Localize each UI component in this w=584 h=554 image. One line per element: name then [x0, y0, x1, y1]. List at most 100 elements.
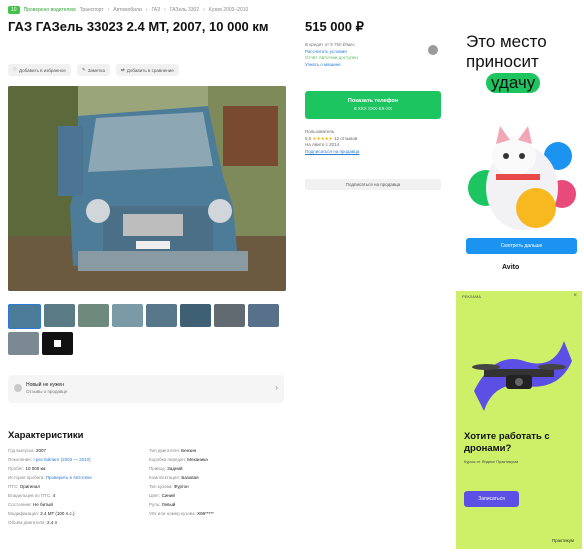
breadcrumb: 10 Проверено водителем Транспорт › Автом… [8, 6, 248, 14]
favorite-label: Добавить в избранное [19, 67, 66, 73]
ad-cta-button[interactable]: Записаться [464, 491, 519, 507]
pencil-icon: ✎ [81, 67, 86, 72]
close-icon[interactable]: × [573, 293, 577, 299]
characteristic-row: Пробег: 10 000 км [8, 464, 146, 473]
characteristic-row: Тип двигателя: Бензин [149, 446, 287, 455]
characteristic-value: 10 000 км [25, 466, 46, 471]
characteristic-key: Поколение: [8, 457, 33, 462]
characteristic-value: 2007 [36, 448, 47, 453]
characteristic-row: Объём двигателя: 2.4 л [8, 518, 146, 527]
main-photo[interactable] [8, 86, 286, 291]
drones-ad-banner[interactable]: РЕКЛАМА × Хотите работать с дронами? Кур… [456, 291, 582, 549]
verified-badge: 10 [8, 6, 20, 14]
characteristic-value: 2.4 л [47, 520, 58, 525]
ad-cta-button[interactable]: Смотреть дальше [466, 238, 577, 254]
breadcrumb-item[interactable]: ГАЗель 3302 [170, 7, 199, 13]
photo-thumbnail[interactable] [78, 304, 109, 327]
report-line[interactable]: Отчёт Автотеки доступен [305, 55, 358, 62]
characteristic-key: Модификация: [8, 511, 39, 516]
photo-thumbnail[interactable] [44, 304, 75, 327]
characteristic-key: Руль: [149, 502, 161, 507]
photo-thumbnail[interactable] [248, 304, 279, 327]
listing-actions: ♡ Добавить в избранное ✎ Заметка ⇄ Добав… [8, 64, 179, 76]
breadcrumb-item[interactable]: Проверено водителем [24, 7, 76, 13]
characteristic-row: ПТС: Оригинал [8, 482, 146, 491]
characteristic-key: Тип двигателя: [149, 448, 180, 453]
characteristic-row: Год выпуска: 2007 [8, 446, 146, 455]
characteristic-row: Привод: Задний [149, 464, 287, 473]
characteristic-row: Коробка передач: Механика [149, 455, 287, 464]
breadcrumb-item[interactable]: Транспорт [80, 7, 104, 13]
characteristic-key: Владельцев по ПТС: [8, 493, 52, 498]
characteristics-column-right: Тип двигателя: Бензин Коробка передач: Ме… [149, 446, 287, 518]
seller-info: Пользователь 5,0 ★★★★★ 12 отзывов На Ави… [305, 129, 441, 155]
compare-icon: ⇄ [121, 67, 125, 72]
star-icons: ★★★★★ [312, 135, 333, 141]
seller-notice[interactable]: Новый не нужен Отзывы о продавце › [8, 375, 284, 403]
avito-ad-banner[interactable]: Это место приносит удачу Смотреть дальше… [458, 28, 580, 278]
breadcrumb-item[interactable]: Кузов 2003–2010 [209, 7, 249, 13]
lucky-cat-illustration [468, 126, 576, 230]
favorite-icon[interactable] [428, 45, 438, 55]
photo-thumbnail[interactable] [8, 332, 39, 355]
photo-thumbnail[interactable] [112, 304, 143, 327]
listing-title: ГАЗ ГАЗель 33023 2.4 MT, 2007, 10 000 км [8, 19, 269, 34]
characteristic-key: Привод: [149, 466, 166, 471]
characteristic-key: Тип кузова: [149, 484, 173, 489]
characteristic-key: Пробег: [8, 466, 25, 471]
show-phone-label: Показать телефон [347, 98, 399, 104]
reviews-count[interactable]: 12 отзывов [334, 136, 357, 141]
characteristic-value: Задний [167, 466, 183, 471]
characteristic-key: Год выпуска: [8, 448, 35, 453]
characteristic-row: VIN или номер кузова: Х96***** [149, 509, 287, 518]
report-link[interactable]: Узнать о машине [305, 62, 358, 69]
info-icon [14, 384, 22, 392]
photo-thumbnail[interactable] [8, 304, 41, 329]
practicum-logo: Практикум [551, 538, 574, 543]
compare-button[interactable]: ⇄ Добавить в сравнение [116, 64, 179, 76]
characteristic-row: Комплектация: Базовая [149, 473, 287, 482]
characteristic-key: ПТС: [8, 484, 19, 489]
play-icon [54, 340, 61, 347]
van-photo [8, 86, 286, 291]
note-button[interactable]: ✎ Заметка [76, 64, 111, 76]
breadcrumb-item[interactable]: ГАЗ [151, 7, 160, 13]
characteristics-title: Характеристики [8, 430, 84, 441]
photo-thumbnail[interactable] [42, 332, 73, 355]
characteristic-key: Цвет: [149, 493, 161, 498]
favorite-button[interactable]: ♡ Добавить в избранное [8, 64, 71, 76]
credit-line: В кредит от 9 750 ₽/мес. [305, 42, 357, 47]
characteristic-value[interactable]: I рестайлинг (2003 — 2010) [33, 457, 90, 462]
photo-thumbnail[interactable] [180, 304, 211, 327]
characteristic-row: Цвет: Синий [149, 491, 287, 500]
ad-headline: Хотите работать с дронами? [464, 431, 550, 454]
photo-thumbnails [8, 304, 288, 355]
characteristic-key: Состояние: [8, 502, 32, 507]
listing-price: 515 000 ₽ [305, 19, 364, 34]
breadcrumb-separator: › [107, 7, 110, 13]
characteristic-value: Х96***** [197, 511, 214, 516]
photo-thumbnail[interactable] [146, 304, 177, 327]
breadcrumb-item[interactable]: Автомобили [113, 7, 141, 13]
photo-thumbnail[interactable] [214, 304, 245, 327]
notice-subtitle: Отзывы о продавце [26, 389, 68, 394]
characteristics-column-left: Год выпуска: 2007 Поколение: I рестайлинг… [8, 446, 146, 527]
characteristic-key: Объём двигателя: [8, 520, 46, 525]
characteristic-row: Владельцев по ПТС: 4 [8, 491, 146, 500]
characteristic-value: Фургон [173, 484, 189, 489]
phone-mask: 8 XXX XXX-XX-XX [353, 106, 392, 111]
notice-title: Новый не нужен [26, 382, 64, 388]
characteristic-row: Тип кузова: Фургон [149, 482, 287, 491]
characteristic-value: Оригинал [19, 484, 41, 489]
avito-logo: Avito [502, 264, 520, 271]
characteristic-value: 2.4 MT (100 л.с.) [40, 511, 75, 516]
ad-label: РЕКЛАМА [462, 294, 481, 299]
characteristic-value[interactable]: Проверить в Автотеке [46, 475, 92, 480]
subscribe-button[interactable]: Подписаться на продавца [305, 179, 441, 190]
seller-link[interactable]: Подписаться на продавца [305, 149, 441, 156]
ad-highlight: удачу [486, 73, 541, 93]
show-phone-button[interactable]: Показать телефон 8 XXX XXX-XX-XX [305, 91, 441, 119]
breadcrumb-separator: › [145, 7, 148, 13]
characteristic-value: 4 [52, 493, 56, 498]
ad-subtitle: Курсы от Яндекс Практикума [464, 459, 519, 464]
